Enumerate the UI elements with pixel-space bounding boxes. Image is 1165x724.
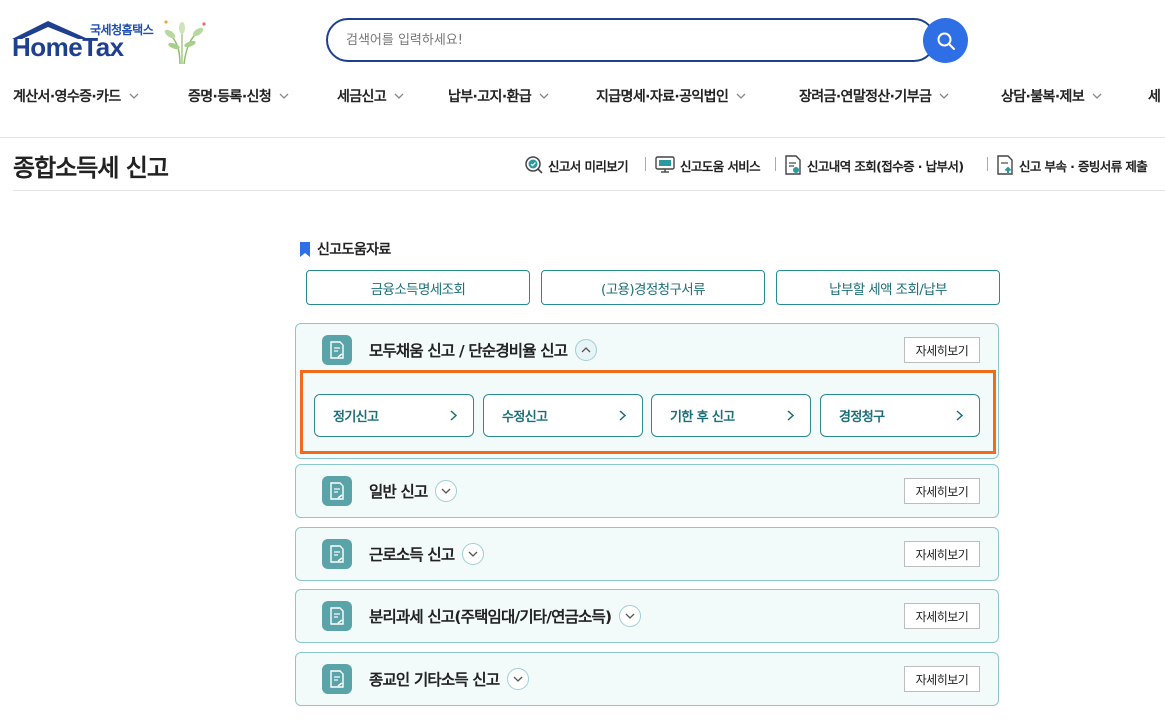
document-icon xyxy=(322,601,352,631)
nav-payment-refund[interactable]: 납부·고지·환급 xyxy=(448,86,549,106)
document-search-icon xyxy=(783,154,803,176)
late-filing-button[interactable]: 기한 후 신고 xyxy=(651,394,811,437)
chevron-right-icon xyxy=(450,410,457,421)
chevron-down-icon xyxy=(279,93,289,99)
employment-correction-docs-button[interactable]: (고용)경정청구서류 xyxy=(541,270,765,305)
detail-button[interactable]: 자세히보기 xyxy=(904,541,980,567)
nav-certificates[interactable]: 증명·등록·신청 xyxy=(188,86,289,106)
chevron-down-icon[interactable] xyxy=(619,605,642,627)
amended-filing-button[interactable]: 수정신고 xyxy=(483,394,643,437)
panel-separate-taxation-filing: 분리과세 신고(주택임대/기타/연금소득) 자세히보기 xyxy=(295,589,999,643)
help-section-title: 신고도움자료 xyxy=(299,239,391,259)
nav-tax-filing[interactable]: 세금신고 xyxy=(337,86,404,106)
chevron-down-icon[interactable] xyxy=(435,480,458,502)
document-icon xyxy=(322,476,352,506)
quick-link-help-service[interactable]: 신고도움 서비스 xyxy=(654,154,761,176)
nav-more[interactable]: 세 xyxy=(1148,86,1161,106)
detail-button[interactable]: 자세히보기 xyxy=(904,666,980,692)
magnifier-check-icon xyxy=(524,155,544,175)
title-divider xyxy=(13,190,1165,191)
chevron-up-icon[interactable] xyxy=(575,339,598,361)
chevron-down-icon xyxy=(1092,93,1102,99)
chevron-right-icon xyxy=(956,410,963,421)
quick-link-filing-history[interactable]: 신고내역 조회(접수증 · 납부서) xyxy=(783,154,964,176)
detail-button[interactable]: 자세히보기 xyxy=(904,337,980,363)
panel-general-filing: 일반 신고 자세히보기 xyxy=(295,464,999,518)
chevron-right-icon xyxy=(619,410,626,421)
detail-button[interactable]: 자세히보기 xyxy=(904,603,980,629)
detail-button[interactable]: 자세히보기 xyxy=(904,478,980,504)
chevron-down-icon xyxy=(939,93,949,99)
nav-receipts-cards[interactable]: 계산서·영수증·카드 xyxy=(13,86,139,106)
panel-title[interactable]: 종교인 기타소득 신고 xyxy=(369,668,530,690)
panel-title[interactable]: 근로소득 신고 xyxy=(369,543,485,565)
search-box xyxy=(326,18,936,62)
tax-payment-lookup-button[interactable]: 납부할 세액 조회/납부 xyxy=(776,270,1000,305)
search-input[interactable] xyxy=(346,20,906,60)
quick-link-document-submit[interactable]: 신고 부속 · 증빙서류 제출 xyxy=(995,154,1148,176)
header-divider xyxy=(0,137,1165,138)
panel-title[interactable]: 일반 신고 xyxy=(369,480,458,502)
panel-title[interactable]: 모두채움 신고 / 단순경비율 신고 xyxy=(369,339,598,361)
chevron-down-icon xyxy=(539,93,549,99)
monitor-help-icon xyxy=(654,155,676,175)
document-upload-icon xyxy=(995,154,1015,176)
chevron-down-icon xyxy=(394,93,404,99)
divider xyxy=(645,157,646,171)
chevron-down-icon[interactable] xyxy=(507,668,530,690)
bookmark-icon xyxy=(300,241,310,257)
plant-decoration-icon xyxy=(164,20,206,65)
document-icon xyxy=(322,335,352,365)
chevron-down-icon xyxy=(736,93,746,99)
nav-payment-statements[interactable]: 지급명세·자료·공익법인 xyxy=(596,86,746,106)
chevron-down-icon[interactable] xyxy=(462,543,485,565)
correction-claim-button[interactable]: 경정청구 xyxy=(820,394,980,437)
nav-consultation[interactable]: 상담·불복·제보 xyxy=(1001,86,1102,106)
divider xyxy=(987,157,988,171)
document-icon xyxy=(322,539,352,569)
chevron-down-icon xyxy=(129,93,139,99)
hometax-logo[interactable]: 국세청홈택스 HomeTax xyxy=(12,18,212,68)
panel-religious-income-filing: 종교인 기타소득 신고 자세히보기 xyxy=(295,652,999,706)
chevron-right-icon xyxy=(787,410,794,421)
quick-link-preview[interactable]: 신고서 미리보기 xyxy=(524,154,629,176)
panel-earned-income-filing: 근로소득 신고 자세히보기 xyxy=(295,527,999,581)
nav-incentives-yearend[interactable]: 장려금·연말정산·기부금 xyxy=(799,86,949,106)
page-title: 종합소득세 신고 xyxy=(13,154,169,182)
search-icon xyxy=(937,32,955,50)
panel-title[interactable]: 분리과세 신고(주택임대/기타/연금소득) xyxy=(369,605,642,627)
regular-filing-button[interactable]: 정기신고 xyxy=(314,394,474,437)
logo-text: HomeTax xyxy=(12,32,124,62)
search-button[interactable] xyxy=(923,18,968,63)
document-icon xyxy=(322,664,352,694)
financial-income-lookup-button[interactable]: 금융소득명세조회 xyxy=(306,270,530,305)
divider xyxy=(775,157,776,171)
